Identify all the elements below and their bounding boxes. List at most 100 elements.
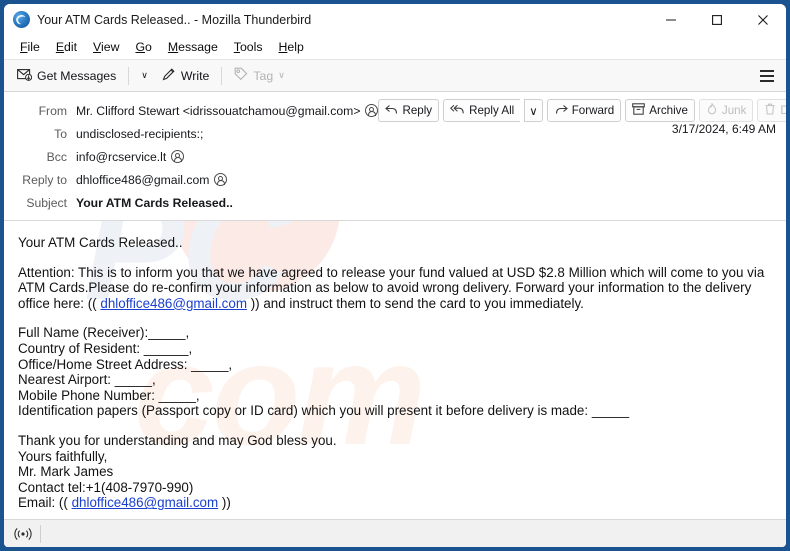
window-title: Your ATM Cards Released.. - Mozilla Thun… — [37, 12, 312, 27]
menu-help-rest: elp — [287, 39, 304, 54]
from-address: Mr. Clifford Stewart <idrissouatchamou@g… — [76, 103, 361, 118]
menu-message-rest: essage — [178, 39, 218, 54]
closing-line-2: Yours faithfully, — [18, 448, 108, 464]
delete-button[interactable]: Delete — [757, 99, 786, 122]
window-controls — [648, 4, 786, 35]
get-messages-button[interactable]: Get Messages — [10, 64, 123, 87]
chevron-down-icon: ∨ — [529, 104, 538, 118]
reply-all-dropdown[interactable]: ∨ — [524, 99, 543, 122]
junk-flame-icon — [706, 102, 718, 118]
toolbar-divider-2 — [221, 66, 223, 85]
forward-arrow-icon — [554, 104, 568, 118]
menu-go-rest: o — [145, 39, 152, 54]
menu-view[interactable]: View — [85, 38, 127, 57]
contact-icon[interactable] — [214, 173, 228, 186]
tag-icon — [234, 67, 248, 84]
envelope-download-icon — [17, 68, 33, 84]
to-value[interactable]: undisclosed-recipients:; — [76, 127, 203, 141]
archive-label: Archive — [649, 104, 688, 117]
message-date: 3/17/2024, 6:49 AM — [671, 122, 776, 136]
menu-bar: File Edit View Go Message Tools Help — [4, 35, 786, 60]
tag-button[interactable]: Tag ∨ — [227, 64, 291, 87]
email-suffix: )) — [221, 495, 231, 511]
write-label: Write — [180, 68, 210, 83]
thunderbird-window: Your ATM Cards Released.. - Mozilla Thun… — [4, 4, 786, 547]
menu-tools-rest: ools — [239, 39, 263, 54]
status-divider — [40, 524, 41, 543]
reply-arrow-icon — [385, 104, 398, 118]
body-paragraph-1: Attention: This is to inform you that we… — [18, 265, 774, 312]
reply-label: Reply — [402, 104, 433, 117]
archive-button[interactable]: Archive — [625, 99, 695, 122]
menu-file[interactable]: File — [12, 38, 48, 57]
message-body: PC com Your ATM Cards Released.. Attenti… — [4, 221, 786, 519]
get-messages-label: Get Messages — [37, 68, 117, 83]
form-line-4: Nearest Airport: _____, — [18, 372, 156, 388]
reply-all-arrow-icon — [450, 104, 465, 118]
from-label: From — [38, 103, 67, 118]
broadcast-antenna-icon[interactable] — [12, 525, 34, 543]
body-heading: Your ATM Cards Released.. — [18, 235, 183, 250]
menu-view-rest: iew — [101, 39, 120, 54]
header-row-subject: Subject Your ATM Cards Released.. — [4, 191, 786, 214]
menu-edit-rest: dit — [64, 39, 78, 54]
form-line-5: Mobile Phone Number: _____, — [18, 387, 200, 403]
contact-email-line: Email: (( dhloffice486@gmail.com )) — [18, 495, 774, 511]
junk-label: Junk — [721, 104, 747, 117]
menu-edit[interactable]: Edit — [48, 38, 85, 57]
form-line-2: Country of Resident: ______, — [18, 340, 193, 356]
get-messages-dropdown[interactable]: ∨ — [134, 64, 155, 87]
tag-label: Tag — [253, 68, 274, 83]
menu-edit-accel: E — [55, 39, 65, 54]
reply-all-label: Reply All — [469, 104, 515, 117]
archive-box-icon — [632, 103, 646, 118]
junk-button[interactable]: Junk — [698, 99, 754, 122]
email-content: Your ATM Cards Released.. Attention: Thi… — [18, 235, 774, 511]
hamburger-menu-icon[interactable] — [756, 65, 778, 86]
contact-icon[interactable] — [171, 150, 185, 163]
bcc-address: info@rcservice.lt — [76, 149, 167, 164]
menu-tools[interactable]: Tools — [226, 38, 271, 57]
contact-icon[interactable] — [365, 104, 379, 117]
subject-label: Subject — [26, 195, 67, 210]
to-address: undisclosed-recipients:; — [76, 126, 204, 141]
header-row-reply-to: Reply to dhloffice486@gmail.com — [4, 168, 786, 191]
reply-to-address: dhloffice486@gmail.com — [76, 172, 210, 187]
write-button[interactable]: Write — [155, 64, 216, 87]
bcc-value[interactable]: info@rcservice.lt — [76, 149, 185, 164]
header-row-from: From Mr. Clifford Stewart <idrissouatcha… — [4, 99, 786, 122]
contact-email-link[interactable]: dhloffice486@gmail.com — [72, 495, 219, 510]
reply-to-value[interactable]: dhloffice486@gmail.com — [76, 172, 228, 187]
form-line-6: Identification papers (Passport copy or … — [18, 403, 630, 419]
form-line-3: Office/Home Street Address: _____, — [18, 356, 233, 372]
reply-to-label: Reply to — [22, 172, 67, 187]
reply-button[interactable]: Reply — [378, 99, 440, 122]
delete-label: Delete — [780, 104, 786, 117]
reply-all-button[interactable]: Reply All — [443, 99, 521, 122]
bcc-label: Bcc — [46, 149, 67, 164]
menu-go-accel: G — [135, 39, 146, 54]
main-toolbar: Get Messages ∨ Write Tag ∨ — [4, 60, 786, 92]
menu-file-accel: F — [20, 39, 28, 54]
menu-file-rest: ile — [27, 39, 40, 54]
menu-help[interactable]: Help — [271, 38, 312, 57]
minimize-icon[interactable] — [648, 4, 694, 35]
trash-can-icon — [764, 103, 776, 118]
maximize-icon[interactable] — [694, 4, 740, 35]
menu-view-accel: V — [93, 39, 102, 54]
from-value[interactable]: Mr. Clifford Stewart <idrissouatchamou@g… — [76, 103, 379, 118]
forward-label: Forward — [571, 104, 615, 117]
forward-button[interactable]: Forward — [546, 99, 622, 122]
menu-message[interactable]: Message — [160, 38, 226, 57]
pencil-icon — [162, 67, 176, 84]
menu-go[interactable]: Go — [127, 38, 159, 57]
message-action-buttons: Reply Reply All ∨ Forward Archive Junk D — [378, 99, 786, 122]
message-header: From Mr. Clifford Stewart <idrissouatcha… — [4, 92, 786, 221]
close-icon[interactable] — [740, 4, 786, 35]
email-prefix: Email: (( — [18, 495, 68, 511]
to-label: To — [54, 126, 67, 141]
delivery-office-email-link[interactable]: dhloffice486@gmail.com — [100, 296, 247, 311]
header-row-bcc: Bcc info@rcservice.lt — [4, 145, 786, 168]
paragraph-1-text-after-link: )) and instruct them to send the card to… — [250, 295, 584, 311]
